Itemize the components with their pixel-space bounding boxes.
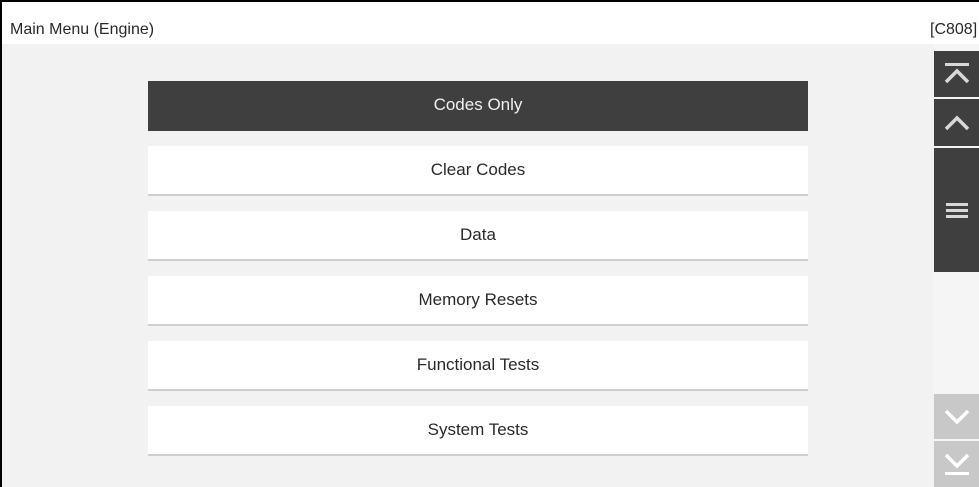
app-window: Main Menu (Engine) [C808] Codes Only Cle… — [0, 0, 979, 487]
scroll-down-button[interactable] — [934, 394, 979, 439]
header-bar: Main Menu (Engine) [C808] — [2, 2, 979, 44]
scrollbar[interactable] — [934, 44, 979, 487]
drag-handle-icon — [945, 203, 968, 218]
scroll-to-top-button[interactable] — [934, 51, 979, 97]
menu-area: Codes Only Clear Codes Data Memory Reset… — [2, 44, 934, 487]
scrollbar-thumb[interactable] — [934, 148, 979, 272]
menu-item-system-tests[interactable]: System Tests — [148, 406, 808, 456]
menu-item-label: Clear Codes — [430, 160, 526, 179]
scroll-to-top-icon — [944, 63, 969, 84]
menu-item-data[interactable]: Data — [148, 211, 808, 261]
menu-item-clear-codes[interactable]: Clear Codes — [148, 146, 808, 196]
menu-item-label: Data — [460, 225, 496, 244]
chevron-up-icon — [944, 115, 969, 130]
menu-item-label: Functional Tests — [416, 355, 540, 374]
scrollbar-track[interactable] — [934, 272, 979, 394]
menu-item-label: Codes Only — [433, 95, 523, 114]
menu-item-codes-only[interactable]: Codes Only — [148, 81, 808, 131]
menu-item-memory-resets[interactable]: Memory Resets — [148, 276, 808, 326]
screen-code: [C808] — [930, 21, 978, 38]
menu-item-label: Memory Resets — [418, 290, 538, 309]
scroll-to-bottom-icon — [944, 453, 969, 475]
chevron-down-icon — [944, 409, 969, 424]
menu-item-label: System Tests — [427, 420, 529, 439]
scroll-up-button[interactable] — [934, 99, 979, 146]
menu-item-functional-tests[interactable]: Functional Tests — [148, 341, 808, 391]
scroll-to-bottom-button[interactable] — [934, 441, 979, 487]
page-title: Main Menu (Engine) — [10, 21, 155, 38]
